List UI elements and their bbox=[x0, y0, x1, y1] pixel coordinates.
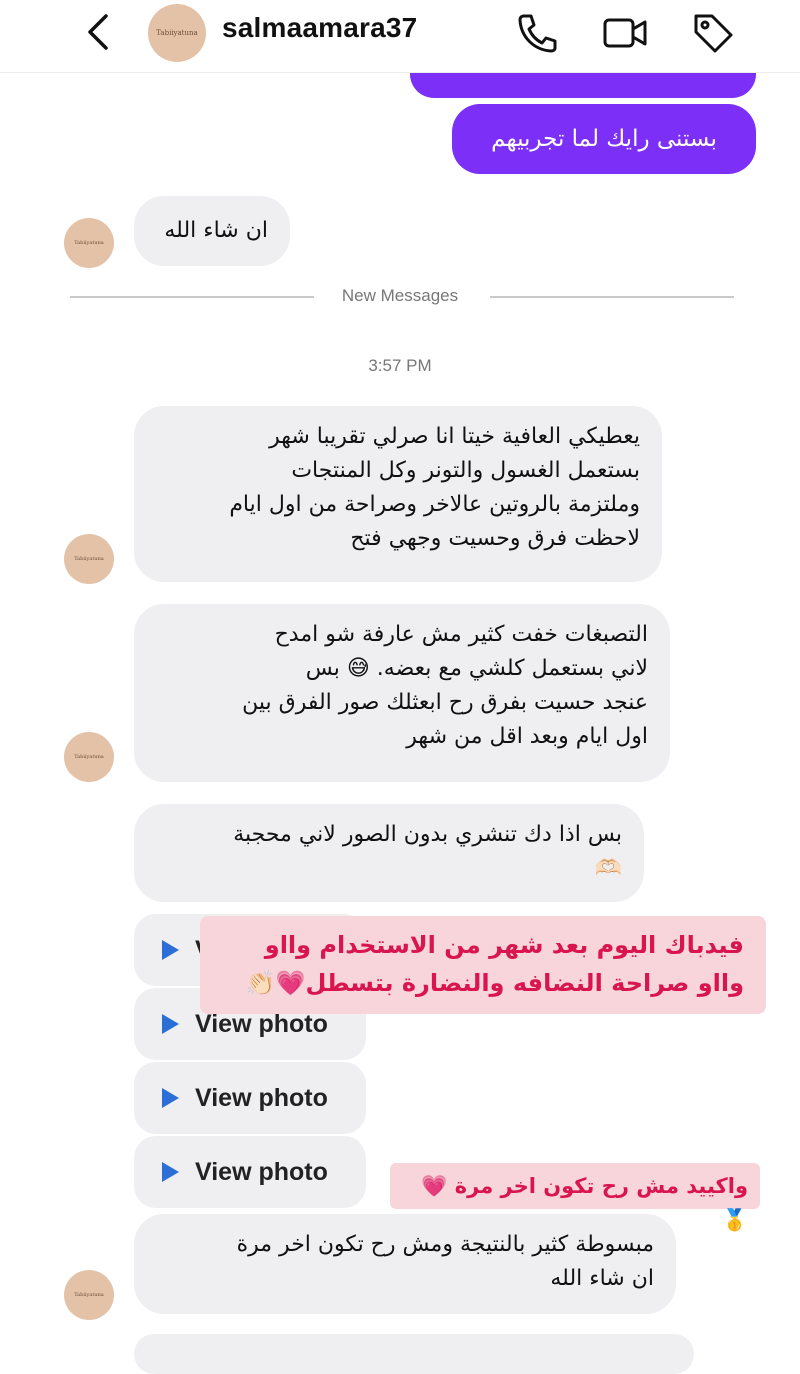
back-chevron-icon[interactable] bbox=[84, 12, 112, 52]
phone-icon[interactable] bbox=[514, 10, 560, 56]
sender-avatar: Tabiiyatuna bbox=[64, 732, 114, 782]
sender-avatar: Tabiiyatuna bbox=[64, 218, 114, 268]
play-icon bbox=[162, 1088, 179, 1108]
caption-overlay-small: واكييد مش رح تكون اخر مرة 💗🥇 bbox=[390, 1163, 760, 1232]
incoming-message[interactable]: مبسوطة كثير بالنتيجة ومش رح تكون اخر مرة… bbox=[134, 1214, 676, 1314]
incoming-message[interactable]: يعطيكي العافية خيتا انا صرلي تقريبا شهر … bbox=[134, 406, 662, 582]
play-icon bbox=[162, 940, 179, 960]
outgoing-message[interactable]: بستنى رايك لما تجربيهم bbox=[452, 104, 756, 174]
incoming-message[interactable]: ان شاء الله bbox=[134, 196, 290, 266]
video-camera-icon[interactable] bbox=[602, 10, 648, 56]
incoming-message-partial[interactable] bbox=[134, 1334, 694, 1374]
incoming-message[interactable]: بس اذا دك تنشري بدون الصور لاني محجبة 🫶🏻 bbox=[134, 804, 644, 902]
chat-header: Tabiiyatuna salmaamara37 bbox=[0, 0, 800, 73]
avatar-logo-text: Tabiiyatuna bbox=[156, 29, 198, 37]
incoming-message[interactable]: التصبغات خفت كثير مش عارفة شو امدح لاني … bbox=[134, 604, 670, 782]
view-photo-label: View photo bbox=[195, 1157, 328, 1186]
sender-avatar: Tabiiyatuna bbox=[64, 1270, 114, 1320]
profile-username[interactable]: salmaamara37 bbox=[222, 12, 417, 44]
play-icon bbox=[162, 1014, 179, 1034]
view-photo-button[interactable]: View photo bbox=[134, 1136, 366, 1208]
view-photo-label: View photo bbox=[195, 1083, 328, 1112]
sender-avatar: Tabiiyatuna bbox=[64, 534, 114, 584]
divider-right bbox=[490, 296, 734, 298]
message-timestamp: 3:57 PM bbox=[368, 356, 432, 375]
tag-icon[interactable] bbox=[690, 10, 736, 56]
caption-overlay: فيدباك اليوم بعد شهر من الاستخدام وااو و… bbox=[200, 916, 766, 1014]
play-icon bbox=[162, 1162, 179, 1182]
view-photo-button[interactable]: View photo bbox=[134, 1062, 366, 1134]
profile-avatar[interactable]: Tabiiyatuna bbox=[148, 4, 206, 62]
message-thread[interactable]: بستنى رايك لما تجربيهم Tabiiyatuna ان شا… bbox=[0, 62, 800, 1374]
new-messages-label: New Messages bbox=[341, 286, 459, 305]
divider-left bbox=[70, 296, 314, 298]
